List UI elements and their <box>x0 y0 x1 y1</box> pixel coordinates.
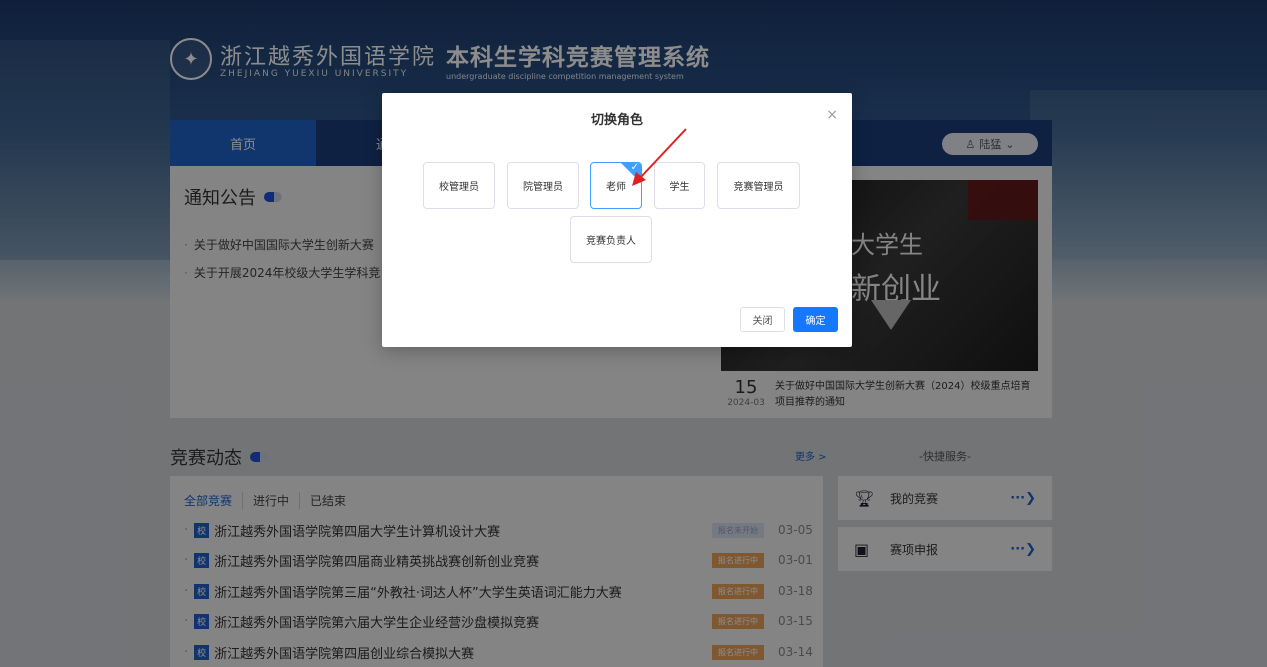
close-button[interactable]: 关闭 <box>740 307 785 332</box>
switch-role-dialog: 切换角色 × 校管理员 院管理员 老师 ✓ 学生 竞赛管理员 竞赛负责人 关闭 … <box>382 93 852 347</box>
check-icon: ✓ <box>630 162 639 173</box>
role-college-admin[interactable]: 院管理员 <box>507 162 579 209</box>
role-competition-leader[interactable]: 竞赛负责人 <box>570 216 652 263</box>
role-school-admin[interactable]: 校管理员 <box>423 162 495 209</box>
confirm-button[interactable]: 确定 <box>793 307 838 332</box>
role-student[interactable]: 学生 <box>654 162 705 209</box>
dialog-title: 切换角色 <box>590 113 643 128</box>
role-competition-admin[interactable]: 竞赛管理员 <box>717 162 800 209</box>
role-teacher[interactable]: 老师 ✓ <box>590 162 642 209</box>
close-icon[interactable]: × <box>826 107 838 123</box>
